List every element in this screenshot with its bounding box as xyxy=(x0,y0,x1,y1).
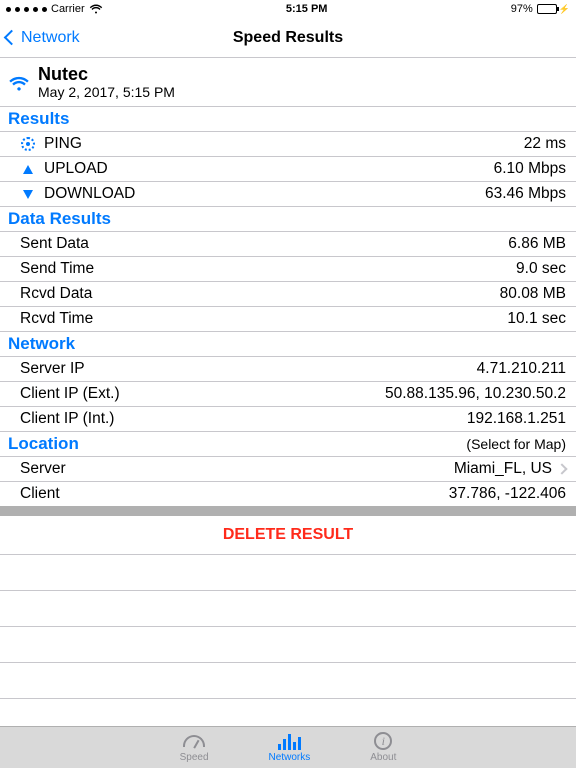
row-sent-data: Sent Data6.86 MB xyxy=(0,232,576,257)
row-rcvd-data: Rcvd Data80.08 MB xyxy=(0,282,576,307)
wifi-icon xyxy=(8,75,30,92)
nav-bar: Network Speed Results xyxy=(0,18,576,58)
empty-row xyxy=(0,663,576,699)
download-icon xyxy=(23,190,33,199)
delete-result-button[interactable]: DELETE RESULT xyxy=(0,516,576,555)
bars-icon xyxy=(278,732,301,750)
upload-value: 6.10 Mbps xyxy=(494,160,566,178)
info-icon: i xyxy=(374,732,392,750)
row-send-time: Send Time9.0 sec xyxy=(0,257,576,282)
row-server-ip: Server IP4.71.210.211 xyxy=(0,357,576,382)
tab-about[interactable]: i About xyxy=(370,730,396,768)
ping-icon xyxy=(21,137,35,151)
tab-speed[interactable]: Speed xyxy=(180,730,209,768)
battery-icon xyxy=(537,4,557,14)
empty-row xyxy=(0,555,576,591)
status-bar: Carrier 5:15 PM 97% ⚡ xyxy=(0,0,576,18)
section-location: Location (Select for Map) xyxy=(0,432,576,457)
empty-row xyxy=(0,627,576,663)
row-client-ip-int: Client IP (Int.)192.168.1.251 xyxy=(0,407,576,432)
content-scroll[interactable]: Nutec May 2, 2017, 5:15 PM Results PING … xyxy=(0,58,576,726)
upload-icon xyxy=(23,165,33,174)
row-upload: UPLOAD 6.10 Mbps xyxy=(0,157,576,182)
network-name: Nutec xyxy=(38,64,175,84)
row-rcvd-time: Rcvd Time10.1 sec xyxy=(0,307,576,332)
status-time: 5:15 PM xyxy=(103,3,511,15)
row-ping: PING 22 ms xyxy=(0,132,576,157)
section-network: Network xyxy=(0,332,576,357)
location-hint: (Select for Map) xyxy=(466,436,566,452)
back-label: Network xyxy=(21,29,80,47)
tab-bar: Speed Networks i About xyxy=(0,726,576,768)
chevron-right-icon xyxy=(556,463,567,474)
carrier-label: Carrier xyxy=(51,3,85,15)
back-button[interactable]: Network xyxy=(0,29,80,47)
page-title: Speed Results xyxy=(0,29,576,47)
row-client-ip-ext: Client IP (Ext.)50.88.135.96, 10.230.50.… xyxy=(0,382,576,407)
charging-icon: ⚡ xyxy=(559,4,570,15)
result-timestamp: May 2, 2017, 5:15 PM xyxy=(38,84,175,100)
download-value: 63.46 Mbps xyxy=(485,185,566,203)
section-results: Results xyxy=(0,107,576,132)
battery-pct: 97% xyxy=(511,3,533,15)
row-download: DOWNLOAD 63.46 Mbps xyxy=(0,182,576,207)
chevron-left-icon xyxy=(4,30,20,46)
result-header: Nutec May 2, 2017, 5:15 PM xyxy=(0,58,576,107)
separator-band xyxy=(0,506,576,516)
ping-value: 22 ms xyxy=(524,135,566,153)
wifi-status-icon xyxy=(89,4,103,14)
tab-networks[interactable]: Networks xyxy=(269,730,311,768)
empty-row xyxy=(0,591,576,627)
section-data-results: Data Results xyxy=(0,207,576,232)
row-location-server[interactable]: Server Miami_FL, US xyxy=(0,457,576,482)
row-location-client[interactable]: Client 37.786, -122.406 xyxy=(0,482,576,507)
gauge-icon xyxy=(183,735,205,747)
